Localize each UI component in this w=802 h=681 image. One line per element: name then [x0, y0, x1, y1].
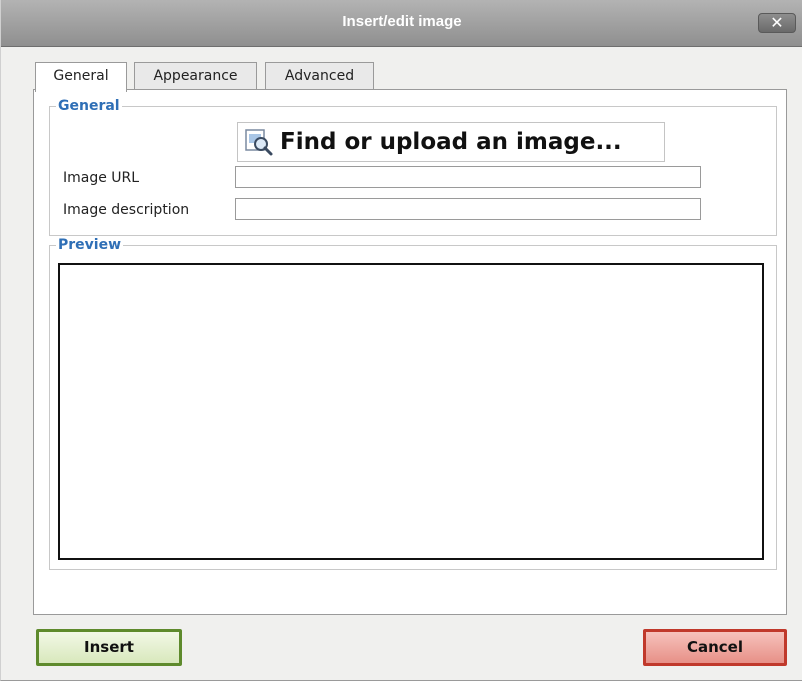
tab-appearance[interactable]: Appearance	[134, 62, 257, 90]
preview-legend: Preview	[58, 237, 122, 253]
tab-advanced[interactable]: Advanced	[265, 62, 374, 90]
cancel-button-label: Cancel	[686, 638, 743, 656]
tab-appearance-label: Appearance	[153, 68, 238, 84]
close-icon: ✕	[770, 13, 784, 32]
close-button[interactable]: ✕	[758, 13, 796, 33]
image-url-input[interactable]	[235, 166, 701, 188]
magnifier-image-icon	[245, 129, 273, 156]
dialog-title: Insert/edit image	[342, 13, 462, 30]
tab-general[interactable]: General	[35, 62, 127, 92]
insert-button[interactable]: Insert	[36, 629, 182, 666]
insert-edit-image-dialog: Insert/edit image ✕ General Appearance A…	[0, 0, 802, 681]
image-description-input[interactable]	[235, 198, 701, 220]
find-upload-image-label: Find or upload an image...	[280, 129, 622, 155]
image-description-label: Image description	[63, 202, 190, 218]
image-preview-area	[58, 263, 764, 560]
find-upload-image-button[interactable]: Find or upload an image...	[237, 122, 665, 162]
image-url-label: Image URL	[63, 170, 140, 186]
cancel-button[interactable]: Cancel	[643, 629, 787, 666]
general-legend: General	[58, 98, 120, 114]
tab-general-label: General	[53, 68, 109, 84]
tab-advanced-label: Advanced	[284, 68, 355, 84]
title-bar[interactable]: Insert/edit image ✕	[1, 0, 802, 47]
insert-button-label: Insert	[84, 638, 134, 656]
